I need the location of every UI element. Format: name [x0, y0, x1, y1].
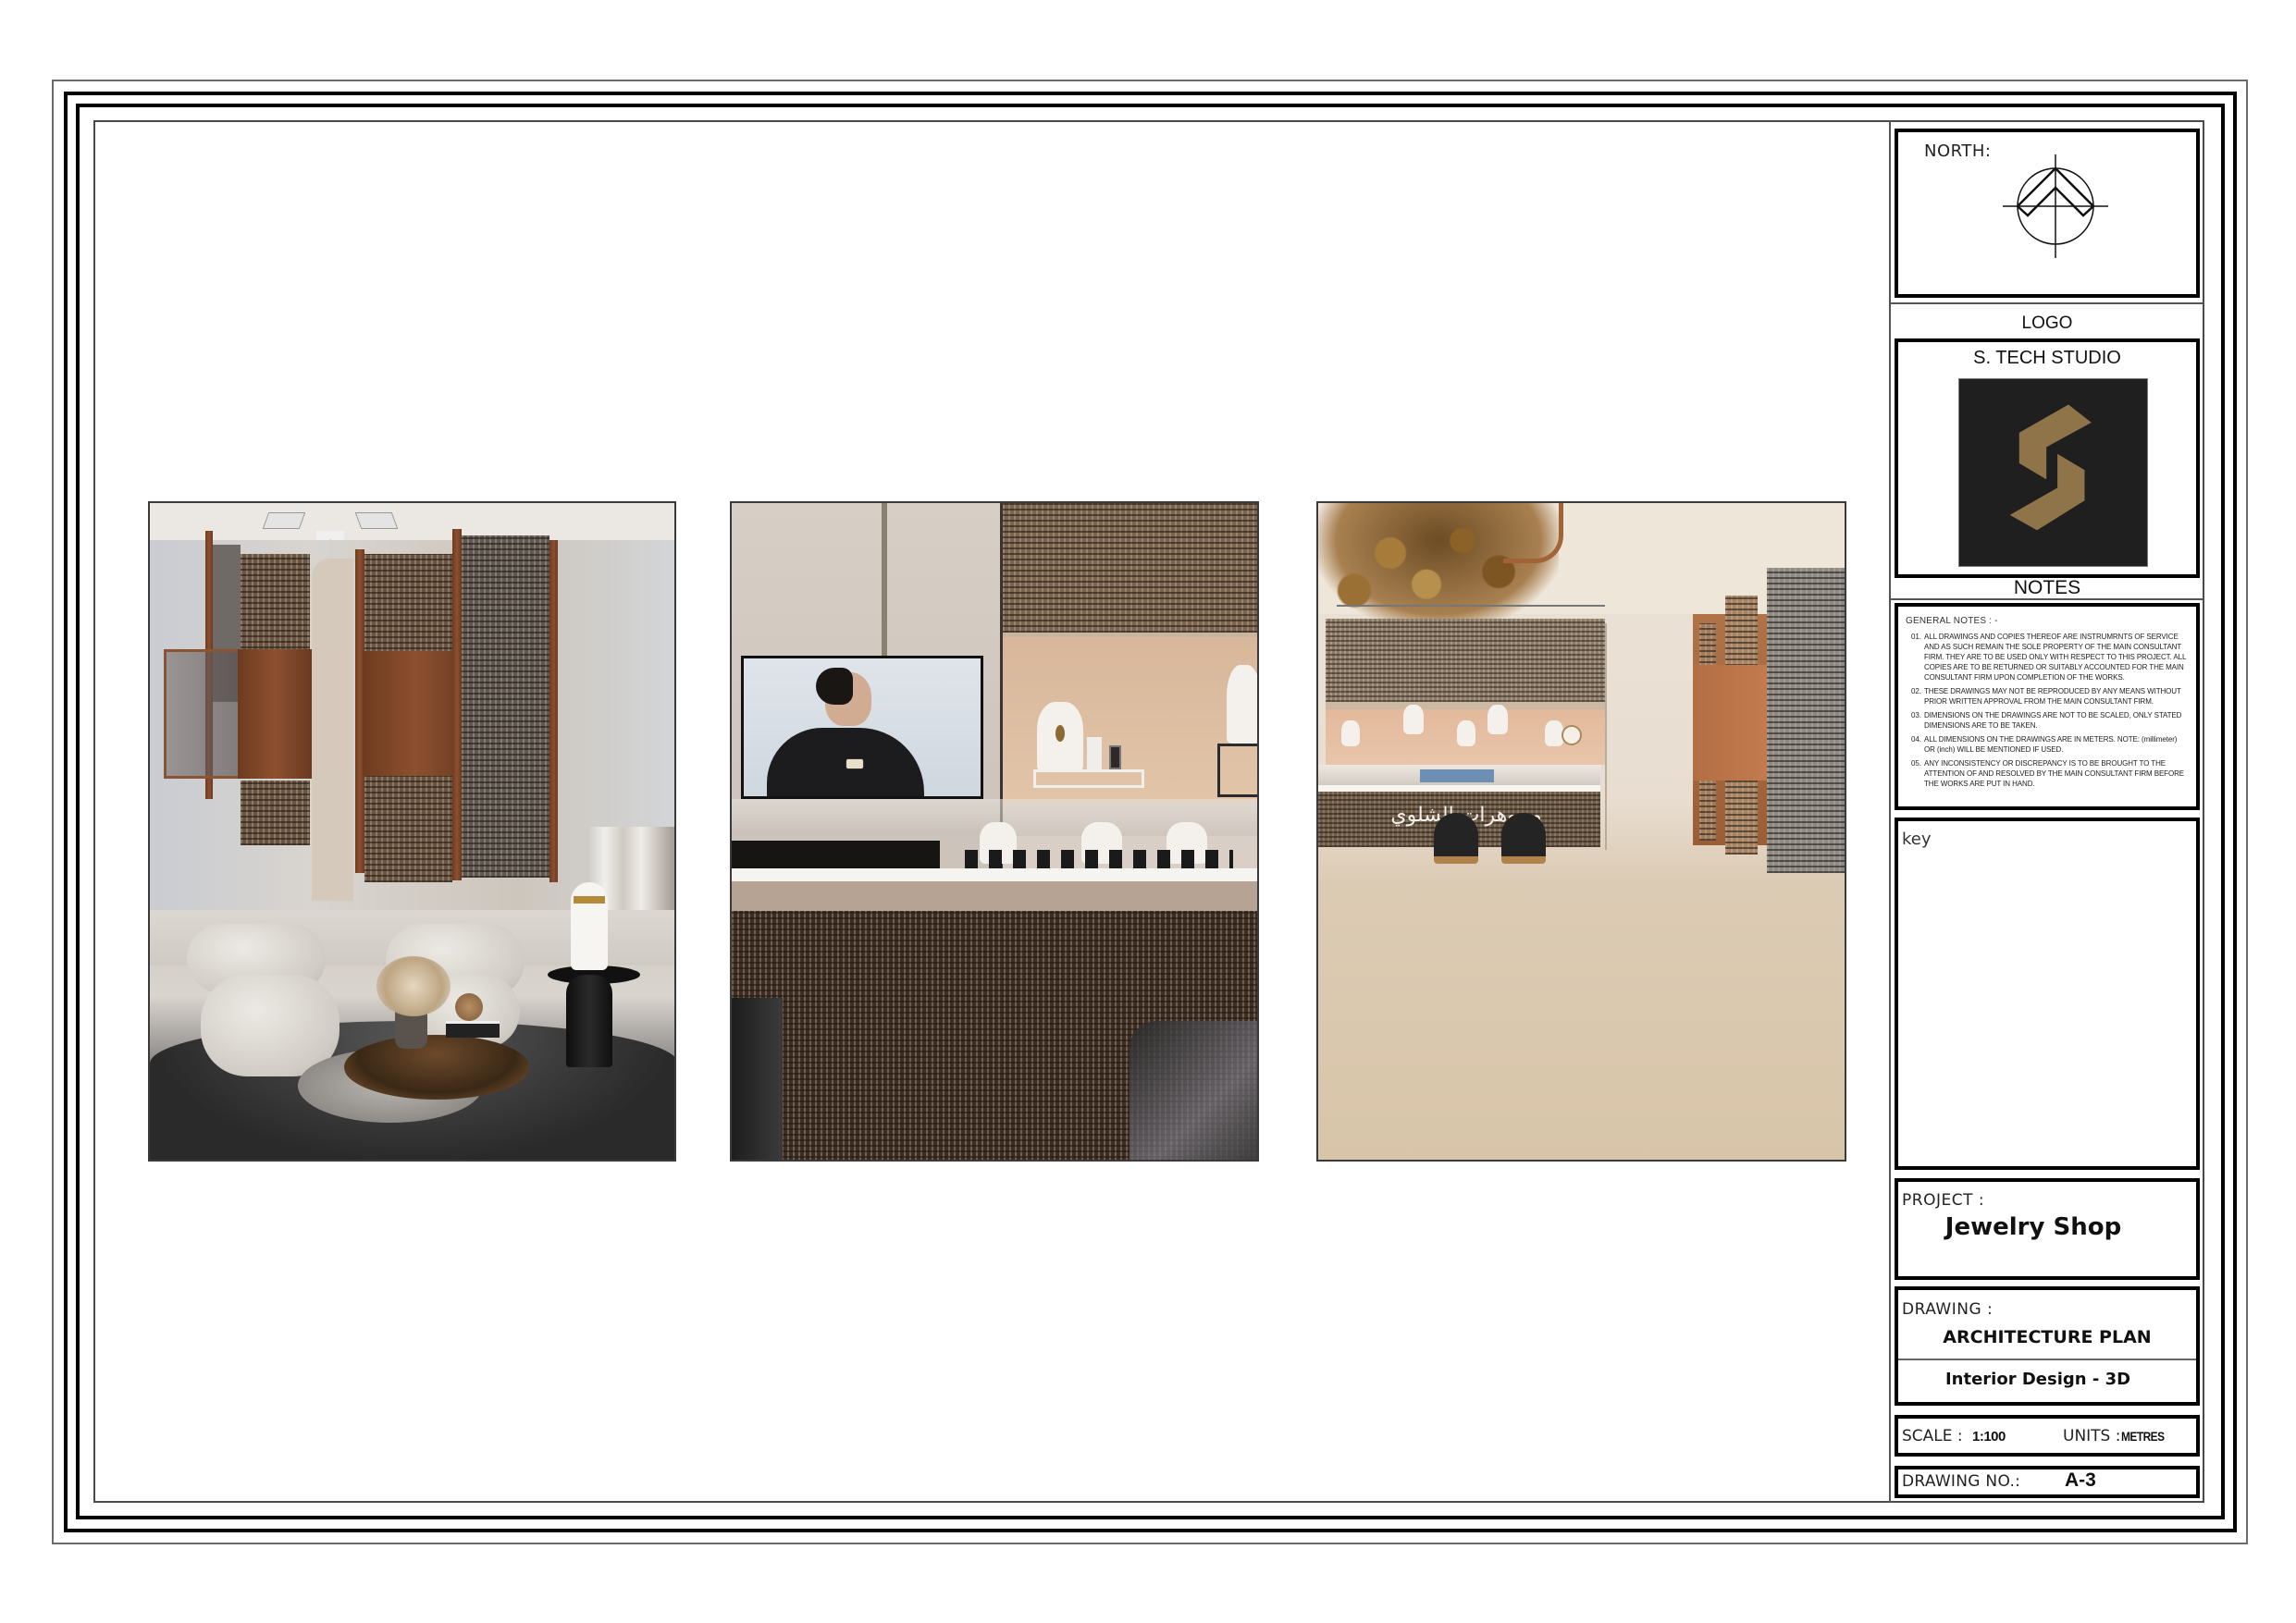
note-text: THESE DRAWINGS MAY NOT BE REPRODUCED BY …: [1924, 687, 2181, 706]
chandelier-ring: [1503, 503, 1563, 563]
counter-top: [732, 868, 1257, 881]
display-box: [1217, 744, 1257, 797]
north-label: NORTH:: [1924, 141, 1992, 161]
model-hair: [816, 668, 853, 705]
notes-label: NOTES: [2013, 577, 2081, 598]
drawing-divider: [1898, 1359, 2196, 1360]
note-item: 01. ALL DRAWINGS AND COPIES THEREOF ARE I…: [1911, 632, 2189, 682]
ring-stands: [965, 850, 1233, 868]
title-block-rule: [1891, 598, 2203, 600]
pendant: [1055, 725, 1065, 742]
note-item: 03. DIMENSIONS ON THE DRAWINGS ARE NOT TO…: [1911, 710, 2189, 731]
model-watch: [846, 758, 864, 769]
s-logo-icon: [2009, 404, 2092, 531]
gold-band: [574, 896, 605, 904]
general-notes-title: GENERAL NOTES : -: [1906, 616, 1998, 626]
key-label: key: [1902, 830, 1932, 849]
scale-label: SCALE :: [1902, 1427, 1963, 1445]
book: [446, 1021, 500, 1038]
mesh-screen: [462, 535, 549, 878]
note-number: 02.: [1911, 687, 1921, 695]
note-text: ALL DIMENSIONS ON THE DRAWINGS ARE IN ME…: [1924, 735, 2178, 754]
glass-cylinder-right: [1129, 1021, 1257, 1160]
mesh-screen: [1767, 568, 1845, 873]
counter-lip: [732, 881, 1257, 911]
perforated-wall-panel: [1326, 619, 1605, 702]
project-name: Jewelry Shop: [1944, 1213, 2122, 1241]
title-block-rule: [1891, 302, 2203, 304]
note-text: ANY INCONSISTENCY OR DISCREPANCY IS TO B…: [1924, 759, 2185, 788]
perfume-bottle: [1109, 745, 1121, 769]
studio-logo: [1958, 378, 2148, 567]
copper-frame: [549, 540, 558, 882]
necklace-bust: [1341, 720, 1360, 746]
card-stand: [1087, 737, 1102, 769]
mirror: [1562, 725, 1582, 745]
ceiling-spotlight: [354, 512, 399, 529]
note-number: 03.: [1911, 711, 1921, 719]
note-item: 04. ALL DIMENSIONS ON THE DRAWINGS ARE IN…: [1911, 734, 2189, 755]
track-light: [1337, 605, 1605, 607]
notes-box: GENERAL NOTES : - 01. ALL DRAWINGS AND CO…: [1895, 603, 2200, 810]
blue-tray: [1420, 769, 1494, 782]
stool: [1434, 813, 1478, 864]
wall-seam: [1605, 623, 1607, 850]
scale-value: 1:100: [1972, 1429, 2006, 1445]
key-box: [1895, 818, 2200, 1170]
note-number: 04.: [1911, 735, 1921, 744]
decor-object: [455, 993, 483, 1021]
necklace-bust: [1227, 665, 1257, 744]
necklace-bust: [1545, 720, 1563, 746]
black-tray: [732, 841, 940, 868]
note-number: 05.: [1911, 759, 1921, 768]
ceiling: [150, 503, 674, 540]
column: [312, 559, 353, 901]
drawing-subtitle: Interior Design - 3D: [1944, 1370, 2131, 1389]
note-item: 02. THESE DRAWINGS MAY NOT BE REPRODUCED …: [1911, 686, 2189, 707]
studio-name: S. TECH STUDIO: [1973, 348, 2121, 368]
note-number: 01.: [1911, 633, 1921, 641]
perforated-panel: [1003, 503, 1257, 633]
note-text: ALL DRAWINGS AND COPIES THEREOF ARE INST…: [1924, 633, 2187, 682]
drawing-number-value: A-3: [2065, 1469, 2096, 1491]
riser: [1033, 769, 1144, 788]
mesh-screen: [241, 781, 310, 845]
necklace-bust: [1403, 705, 1424, 734]
drawing-title: ARCHITECTURE PLAN: [1943, 1327, 2152, 1347]
dried-flowers: [376, 956, 451, 1016]
side-table-base: [566, 975, 612, 1067]
note-item: 05. ANY INCONSISTENCY OR DISCREPANCY IS T…: [1911, 758, 2189, 789]
copper-panel: [1693, 665, 1767, 781]
project-label: PROJECT :: [1902, 1191, 1985, 1210]
copper-frame: [452, 529, 462, 880]
render-lounge: [148, 501, 676, 1162]
coffee-table: [344, 1035, 529, 1100]
drawing-number-label: DRAWING NO.:: [1902, 1472, 2021, 1491]
north-arrow-icon: [2003, 154, 2108, 258]
necklace-bust: [1487, 705, 1508, 734]
render-shop-front: مجوهرات الشلوي: [1316, 501, 1846, 1162]
counter-top: [1318, 785, 1600, 792]
necklace-bust: [1457, 720, 1475, 746]
ceiling-spotlight: [262, 512, 306, 529]
render-display-wall: [730, 501, 1259, 1162]
units-label: UNITS :: [2063, 1427, 2121, 1445]
drawing-label: DRAWING :: [1902, 1300, 1994, 1319]
niche-top: [1326, 702, 1605, 709]
units-value: METRES: [2121, 1429, 2165, 1444]
copper-panel: [238, 649, 312, 779]
digital-screen: [741, 656, 983, 799]
stool: [1501, 813, 1546, 864]
logo-label: LOGO: [2021, 314, 2073, 333]
glass-cylinder-left: [732, 998, 783, 1160]
note-text: DIMENSIONS ON THE DRAWINGS ARE NOT TO BE…: [1924, 711, 2182, 730]
